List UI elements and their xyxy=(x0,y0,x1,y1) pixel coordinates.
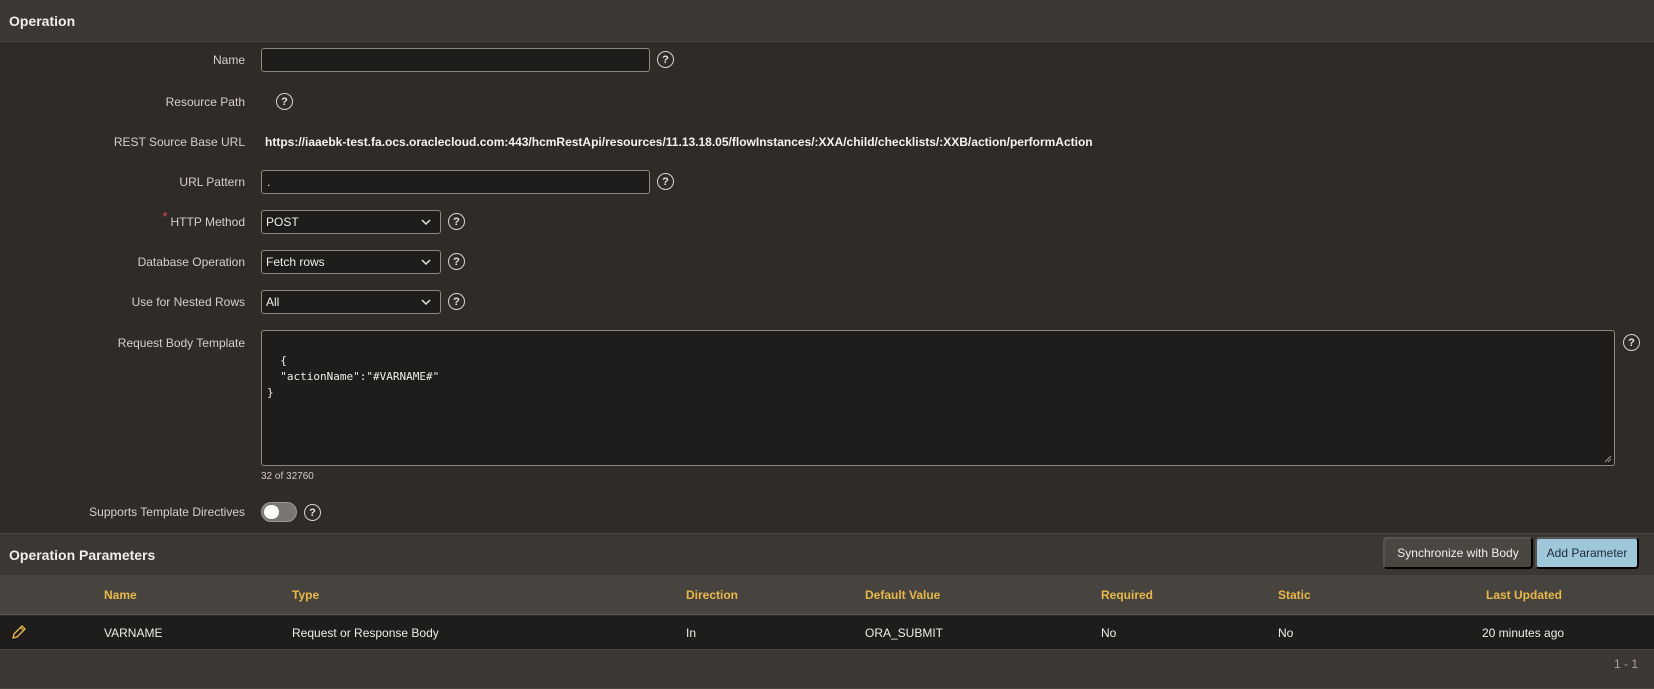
pagination-range: 1 - 1 xyxy=(1613,657,1638,671)
cell-last-updated: 20 minutes ago xyxy=(1482,626,1565,640)
parameters-title: Operation Parameters xyxy=(9,546,156,563)
synchronize-with-body-button[interactable]: Synchronize with Body xyxy=(1383,537,1533,569)
cell-required: No xyxy=(1101,626,1117,640)
column-header-type[interactable]: Type xyxy=(292,575,319,615)
character-counter: 32 of 32760 xyxy=(261,471,314,482)
help-icon[interactable]: ? xyxy=(1623,334,1640,351)
column-header-default-value[interactable]: Default Value xyxy=(865,575,940,615)
parameters-grid-footer: 1 - 1 xyxy=(0,650,1654,689)
db-operation-select[interactable]: Fetch rows xyxy=(261,250,441,274)
db-operation-label: Database Operation xyxy=(137,255,245,269)
resize-grip-icon[interactable] xyxy=(1604,455,1612,463)
column-header-required[interactable]: Required xyxy=(1101,575,1153,615)
cell-default-value: ORA_SUBMIT xyxy=(865,626,944,640)
nested-rows-row: Use for Nested Rows All ? xyxy=(0,290,1654,318)
url-pattern-row: URL Pattern ? xyxy=(0,170,1654,198)
name-label: Name xyxy=(212,53,245,67)
body-template-text: { "actionName":"#VARNAME#" } xyxy=(267,354,440,399)
column-header-static[interactable]: Static xyxy=(1278,575,1311,615)
parameters-grid-header: Name Type Direction Default Value Requir… xyxy=(0,575,1654,615)
base-url-row: REST Source Base URL https://iaaebk-test… xyxy=(0,130,1654,158)
base-url-label: REST Source Base URL xyxy=(113,135,245,149)
nested-rows-value: All xyxy=(266,295,280,309)
http-method-value: POST xyxy=(266,215,299,229)
operation-region-header: Operation xyxy=(0,0,1654,42)
db-operation-row: Database Operation Fetch rows ? xyxy=(0,250,1654,278)
http-method-row: * HTTP Method POST ? xyxy=(0,208,1654,238)
table-row: VARNAME Request or Response Body In ORA_… xyxy=(0,616,1654,650)
base-url-value: https://iaaebk-test.fa.ocs.oraclecloud.c… xyxy=(265,135,1093,149)
help-icon[interactable]: ? xyxy=(276,93,293,110)
nested-rows-select[interactable]: All xyxy=(261,290,441,314)
resource-path-row: Resource Path ? xyxy=(0,90,1654,118)
help-icon[interactable]: ? xyxy=(448,213,465,230)
cell-static: No xyxy=(1278,626,1294,640)
url-pattern-input[interactable] xyxy=(261,170,650,194)
column-header-name[interactable]: Name xyxy=(104,575,137,615)
help-icon[interactable]: ? xyxy=(448,253,465,270)
chevron-down-icon xyxy=(421,299,431,306)
body-template-textarea[interactable]: { "actionName":"#VARNAME#" } xyxy=(261,330,1615,466)
name-row: Name ? xyxy=(0,48,1654,76)
body-template-label: Request Body Template xyxy=(117,336,245,350)
pencil-icon[interactable] xyxy=(10,624,27,641)
http-method-label-text: HTTP Method xyxy=(170,215,245,229)
template-directives-row: Supports Template Directives ? xyxy=(0,500,1654,528)
template-directives-toggle[interactable] xyxy=(261,502,297,522)
required-indicator: * xyxy=(162,208,168,224)
chevron-down-icon xyxy=(421,259,431,266)
chevron-down-icon xyxy=(421,219,431,226)
cell-direction: In xyxy=(686,626,697,640)
column-header-last-updated[interactable]: Last Updated xyxy=(1486,575,1562,615)
template-directives-label: Supports Template Directives xyxy=(89,505,245,519)
toggle-knob xyxy=(264,505,279,519)
cell-name: VARNAME xyxy=(104,626,163,640)
column-header-direction[interactable]: Direction xyxy=(686,575,738,615)
db-operation-value: Fetch rows xyxy=(266,255,325,269)
http-method-label: * HTTP Method xyxy=(162,208,245,234)
help-icon[interactable]: ? xyxy=(657,51,674,68)
cell-type: Request or Response Body xyxy=(292,626,439,640)
resource-path-label: Resource Path xyxy=(165,95,245,109)
nested-rows-label: Use for Nested Rows xyxy=(131,295,245,309)
region-title: Operation xyxy=(9,12,76,29)
help-icon[interactable]: ? xyxy=(657,173,674,190)
help-icon[interactable]: ? xyxy=(304,504,321,521)
url-pattern-label: URL Pattern xyxy=(179,175,245,189)
name-input[interactable] xyxy=(261,48,650,72)
help-icon[interactable]: ? xyxy=(448,293,465,310)
add-parameter-button[interactable]: Add Parameter xyxy=(1535,537,1639,569)
http-method-select[interactable]: POST xyxy=(261,210,441,234)
